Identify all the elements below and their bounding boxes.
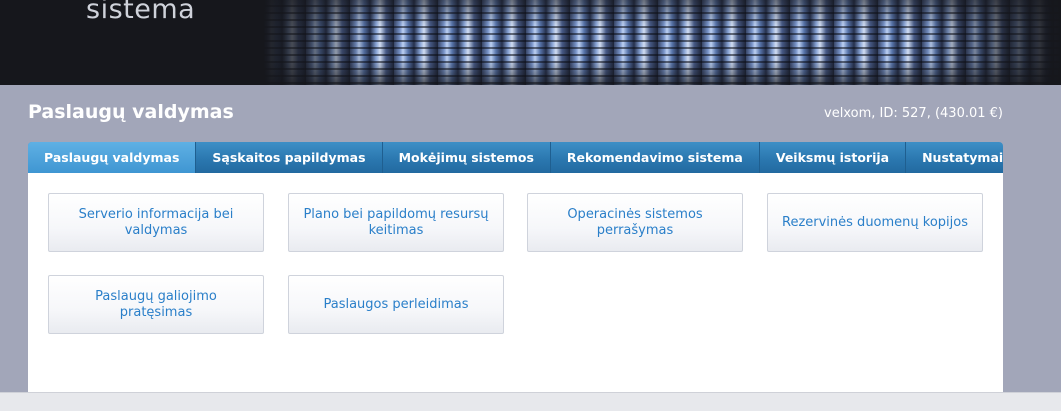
server-rack-banner-image bbox=[262, 0, 1061, 85]
tab-mokejimu-sistemos[interactable]: Mokėjimų sistemos bbox=[383, 142, 551, 173]
brand-logo-text: sistema bbox=[86, 0, 196, 25]
tab-saskaitos-papildymas[interactable]: Sąskaitos papildymas bbox=[196, 142, 383, 173]
tab-paslaugu-valdymas[interactable]: Paslaugų valdymas bbox=[28, 142, 197, 173]
tab-nustatymai[interactable]: Nustatymai bbox=[906, 142, 1019, 173]
page-title: Paslaugų valdymas bbox=[28, 101, 234, 123]
tab-veiksmu-istorija[interactable]: Veiksmų istorija bbox=[760, 142, 907, 173]
footer-strip bbox=[0, 392, 1061, 411]
backups-button[interactable]: Rezervinės duomenų kopijos bbox=[767, 193, 983, 252]
tab-rekomendavimo-sistema[interactable]: Rekomendavimo sistema bbox=[551, 142, 760, 173]
content-panel: Serverio informacija bei valdymas Plano … bbox=[28, 173, 1003, 392]
plan-change-button[interactable]: Plano bei papildomų resursų keitimas bbox=[288, 193, 504, 252]
account-info[interactable]: velxom, ID: 527, (430.01 €) bbox=[824, 106, 1003, 121]
main-tab-bar: Paslaugų valdymas Sąskaitos papildymas M… bbox=[28, 142, 1003, 173]
service-transfer-button[interactable]: Paslaugos perleidimas bbox=[288, 275, 504, 334]
server-info-button[interactable]: Serverio informacija bei valdymas bbox=[48, 193, 264, 252]
os-reinstall-button[interactable]: Operacinės sistemos perrašymas bbox=[527, 193, 743, 252]
service-renewal-button[interactable]: Paslaugų galiojimo pratęsimas bbox=[48, 275, 264, 334]
header-banner: sistema bbox=[0, 0, 1061, 85]
